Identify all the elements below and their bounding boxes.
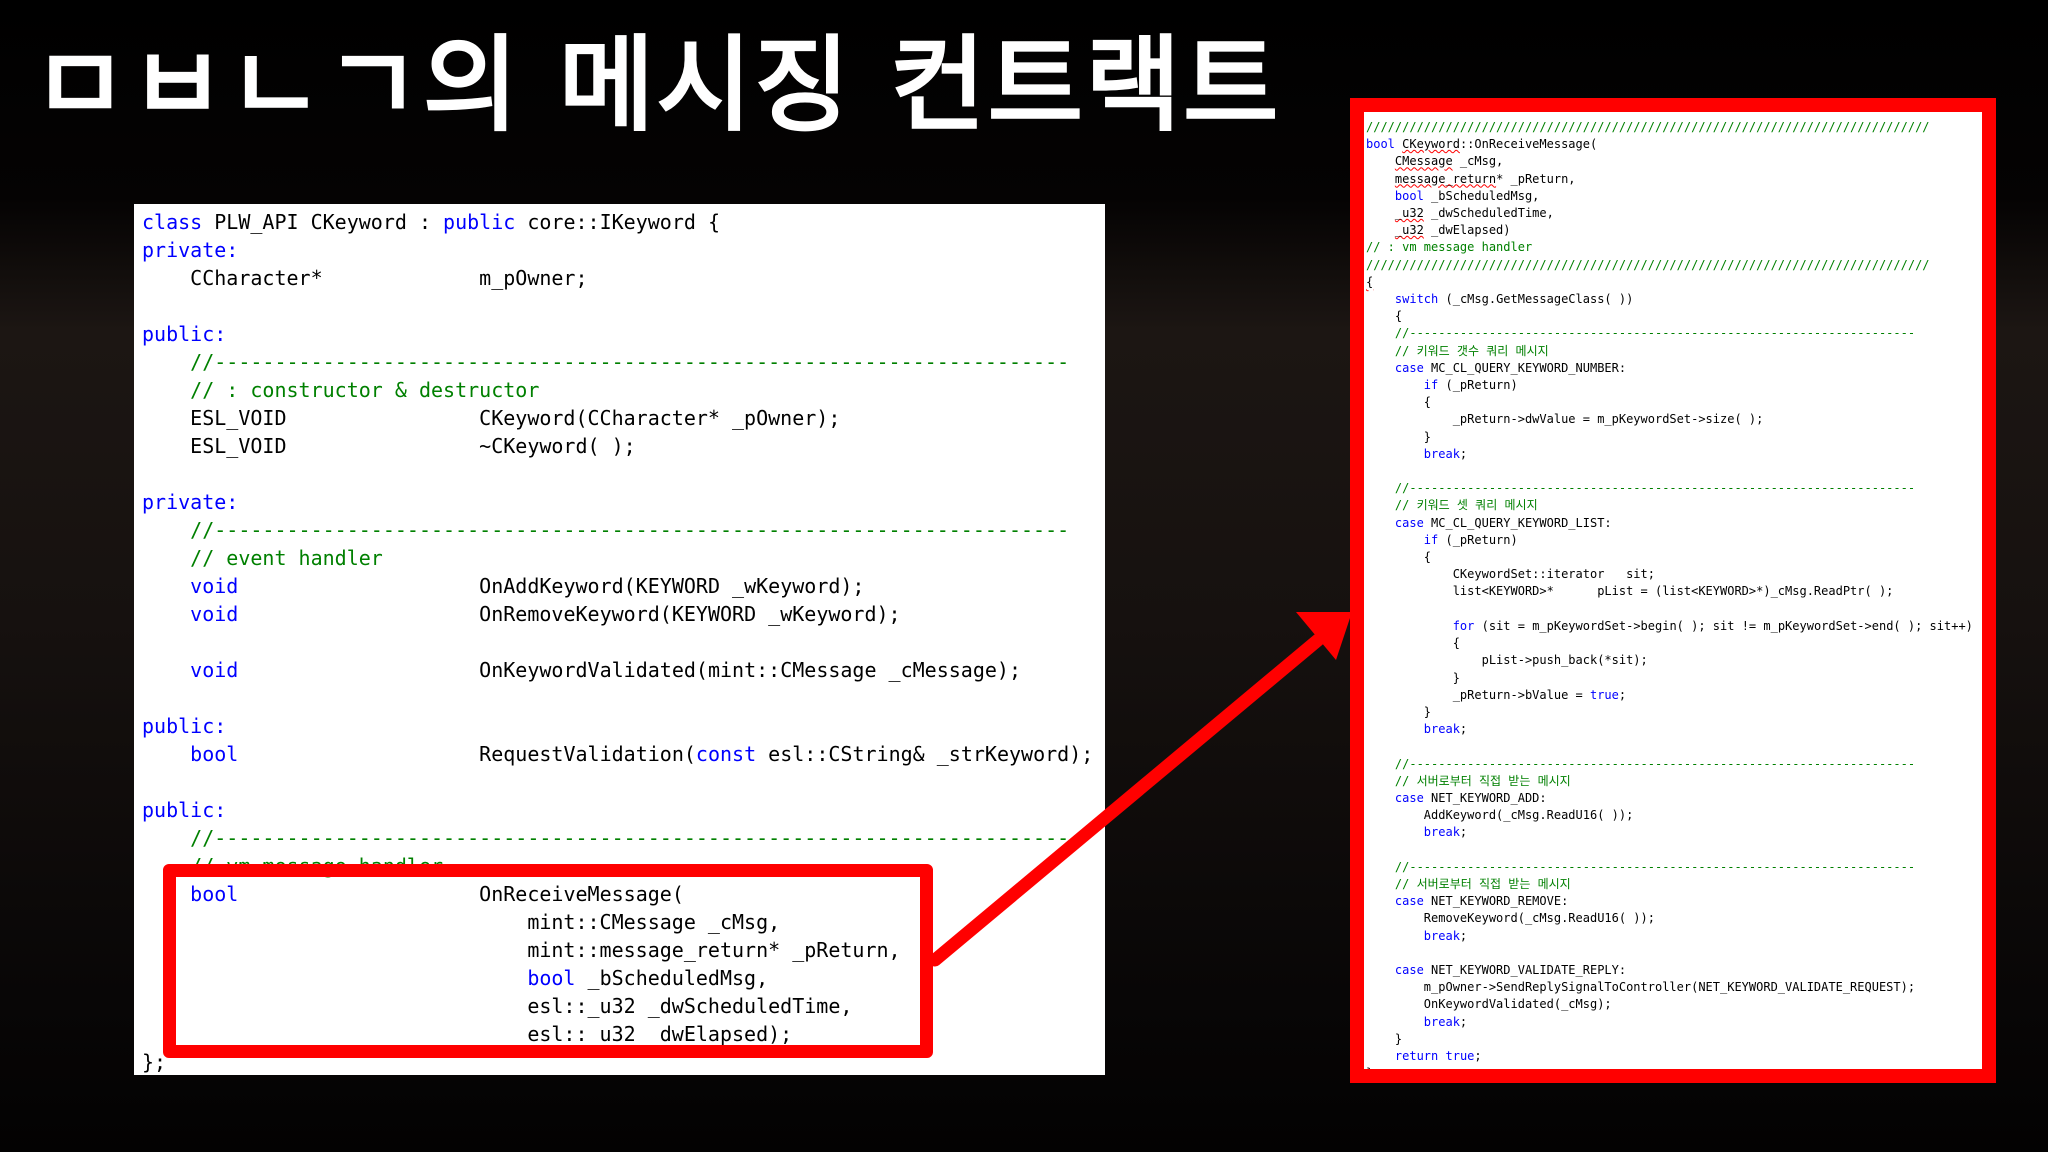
callout-arrow [928, 612, 1352, 967]
callout-arrow-line [928, 633, 1325, 967]
